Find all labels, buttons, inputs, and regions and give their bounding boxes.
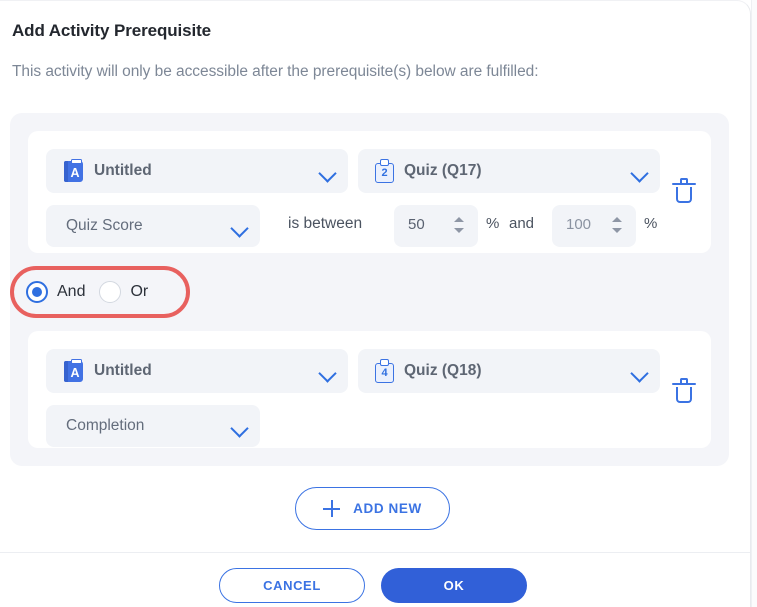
add-new-button[interactable]: ADD NEW [295,487,450,530]
radio-option-or[interactable]: Or [99,281,148,303]
add-new-label: ADD NEW [353,501,422,516]
chevron-down-icon [318,364,337,383]
scrollbar[interactable] [751,0,757,607]
radio-or-input[interactable] [99,281,122,303]
radio-or-label: Or [130,283,149,300]
min-unit-label-1: % [486,215,500,232]
activity-select-label-2: Untitled [94,362,152,379]
spinner-arrows-icon[interactable] [454,216,465,236]
range-and-label-1: and [509,215,535,232]
footer-divider [0,552,750,553]
activity-select-label-1: Untitled [94,162,152,179]
chevron-down-icon [230,219,249,238]
max-value-stepper-1[interactable]: 100 [552,205,636,247]
activity-icon: A [62,159,84,183]
chevron-down-icon [630,364,649,383]
chevron-down-icon [230,419,249,438]
operator-text-1: is between [288,215,363,232]
prerequisite-rule-card-2: A Untitled 4 Quiz (Q18) Completion [28,331,711,448]
activity-select-2[interactable]: A Untitled [46,349,348,393]
quiz-clipboard-icon: 4 [374,358,395,384]
ok-button[interactable]: OK [381,568,527,603]
chevron-down-icon [318,164,337,183]
cancel-button[interactable]: CANCEL [219,568,365,603]
dialog-title: Add Activity Prerequisite [12,21,212,40]
target-select-label-1: Quiz (Q17) [404,162,482,179]
radio-and-label: And [57,283,86,300]
min-value-stepper-1[interactable]: 50 [394,205,478,247]
spinner-arrows-icon[interactable] [612,216,623,236]
radio-and-input[interactable] [26,281,48,303]
add-activity-prerequisite-dialog: Add Activity Prerequisite This activity … [0,0,751,607]
target-select-1[interactable]: 2 Quiz (Q17) [358,149,660,193]
delete-rule-button-1[interactable] [672,178,696,204]
min-value-text-1: 50 [408,216,425,233]
max-value-text-1: 100 [566,216,592,233]
prerequisite-rule-card-1: A Untitled 2 Quiz (Q17) Quiz Score is be… [28,131,711,253]
condition-select-label-1: Quiz Score [66,217,143,234]
dialog-subtitle: This activity will only be accessible af… [12,63,539,80]
target-select-2[interactable]: 4 Quiz (Q18) [358,349,660,393]
condition-select-label-2: Completion [66,417,145,434]
condition-select-2[interactable]: Completion [46,405,260,447]
logic-operator-radio-group: And Or [26,273,148,311]
activity-select-1[interactable]: A Untitled [46,149,348,193]
plus-icon [323,500,341,517]
delete-rule-button-2[interactable] [672,378,696,404]
condition-select-1[interactable]: Quiz Score [46,205,260,247]
activity-icon: A [62,359,84,383]
radio-option-and[interactable]: And [26,281,85,303]
max-unit-label-1: % [644,215,658,232]
target-select-label-2: Quiz (Q18) [404,362,482,379]
chevron-down-icon [630,164,649,183]
quiz-clipboard-icon: 2 [374,158,395,184]
